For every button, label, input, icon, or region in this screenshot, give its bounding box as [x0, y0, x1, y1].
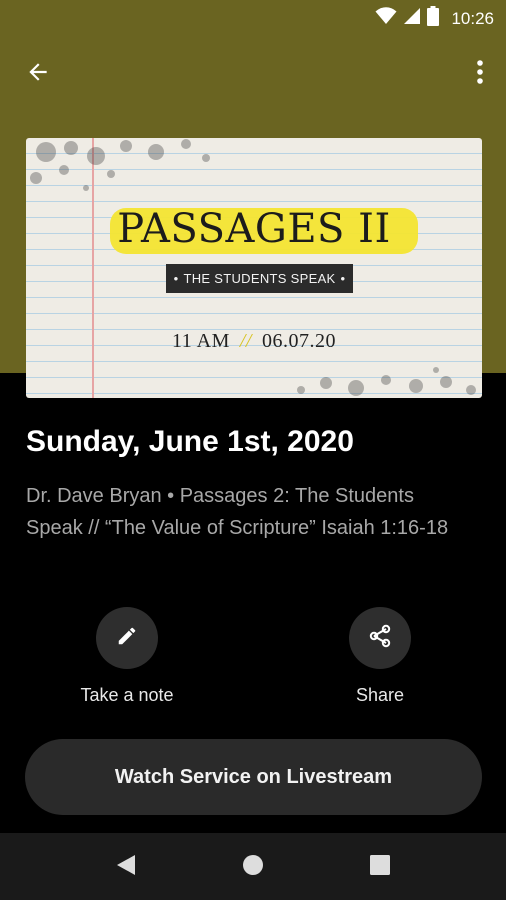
- cell-signal-icon: [403, 7, 421, 30]
- back-button[interactable]: [18, 56, 58, 92]
- overflow-menu-button[interactable]: [468, 56, 492, 92]
- artwork-title: PASSAGES II: [117, 206, 391, 252]
- take-note-label: Take a note: [80, 685, 174, 705]
- pencil-icon: [116, 625, 138, 652]
- status-icons: 10:26: [375, 6, 494, 31]
- artwork-tagline-text: THE STUDENTS SPEAK: [183, 271, 336, 286]
- share-icon: [367, 623, 393, 654]
- status-bar: 10:26: [0, 0, 506, 36]
- artwork-tagline: • THE STUDENTS SPEAK •: [166, 264, 353, 293]
- nav-back-icon: [115, 853, 137, 882]
- artwork-separator: //: [239, 330, 252, 352]
- watch-livestream-button[interactable]: Watch Service on Livestream: [25, 739, 482, 815]
- more-vert-icon: [476, 59, 484, 90]
- nav-home-button[interactable]: [233, 849, 273, 885]
- take-note-button[interactable]: [96, 607, 158, 669]
- battery-icon: [427, 6, 440, 31]
- notebook-margin-line: [92, 138, 94, 398]
- artwork-date: 11 AM // 06.07.20: [26, 330, 482, 353]
- nav-recents-icon: [369, 854, 391, 881]
- share-action[interactable]: Share: [300, 607, 460, 706]
- status-time: 10:26: [451, 8, 494, 28]
- sermon-description: Dr. Dave Bryan • Passages 2: The Student…: [26, 485, 449, 539]
- system-nav-bar: [0, 833, 506, 900]
- take-note-action[interactable]: Take a note: [47, 607, 207, 706]
- nav-recents-button[interactable]: [360, 849, 400, 885]
- artwork-time-text: 11 AM: [171, 330, 230, 352]
- nav-home-icon: [241, 853, 265, 882]
- sermon-artwork: PASSAGES II • THE STUDENTS SPEAK • 11 AM //…: [26, 138, 482, 398]
- app-toolbar: [0, 46, 506, 102]
- wifi-icon: [375, 7, 397, 30]
- share-label: Share: [355, 685, 405, 705]
- share-button[interactable]: [349, 607, 411, 669]
- arrow-left-icon: [25, 59, 51, 90]
- nav-back-button[interactable]: [106, 849, 146, 885]
- sermon-date-heading: Sunday, June 1st, 2020: [26, 425, 354, 458]
- artwork-date-text: 06.07.20: [262, 330, 336, 352]
